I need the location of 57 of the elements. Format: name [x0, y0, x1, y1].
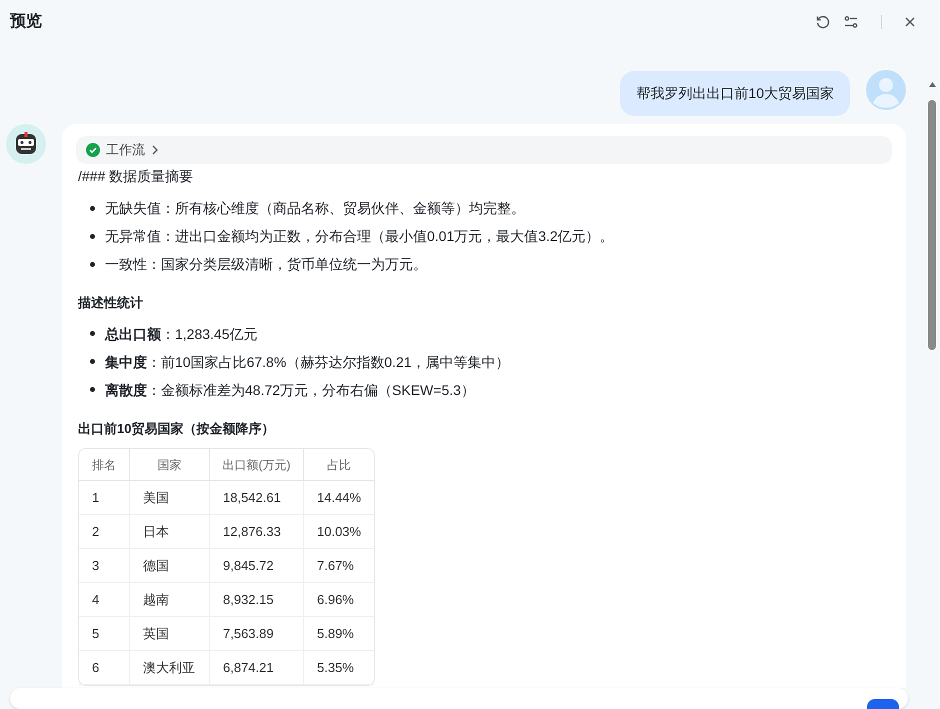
input-bar[interactable]	[10, 688, 908, 709]
bullet-icon	[90, 262, 95, 266]
close-icon[interactable]	[904, 16, 916, 28]
table-cell: 9,845.72	[209, 549, 303, 583]
workflow-label: 工作流	[106, 141, 145, 160]
list-item: 总出口额：1,283.45亿元	[105, 324, 258, 344]
column-header: 国家	[129, 449, 209, 481]
table-cell: 8,932.15	[209, 583, 303, 617]
settings-icon[interactable]	[843, 14, 859, 30]
bullet-icon	[90, 234, 95, 238]
column-header: 出口额(万元)	[209, 449, 303, 481]
bullet-icon	[90, 387, 95, 392]
window-title: 预览	[10, 12, 42, 32]
table-cell: 18,542.61	[209, 481, 303, 515]
table-cell: 5.89%	[303, 617, 374, 651]
user-avatar	[866, 70, 906, 110]
workflow-bar[interactable]: 工作流	[76, 136, 892, 164]
table-cell: 日本	[129, 515, 209, 549]
list-item: 集中度：前10国家占比67.8%（赫芬达尔指数0.21，属中等集中）	[105, 352, 510, 372]
section-heading: 描述性统计	[78, 294, 144, 312]
table-cell: 3	[79, 549, 129, 583]
scrollbar-thumb[interactable]	[928, 100, 936, 350]
table-title: 出口前10贸易国家（按金额降序）	[78, 420, 276, 438]
section-heading: /### 数据质量摘要	[78, 167, 194, 186]
table-cell: 10.03%	[303, 515, 374, 549]
table-cell: 6.96%	[303, 583, 374, 617]
table-cell: 1	[79, 481, 129, 515]
bot-avatar	[6, 124, 46, 164]
list-item: 无异常值：进出口金额均为正数，分布合理（最小值0.01万元，最大值3.2亿元）。	[105, 227, 614, 246]
send-button[interactable]	[867, 699, 899, 709]
table-cell: 澳大利亚	[129, 651, 209, 685]
table-cell: 2	[79, 515, 129, 549]
chevron-right-icon	[151, 145, 159, 155]
table-cell: 7,563.89	[209, 617, 303, 651]
table-cell: 6	[79, 651, 129, 685]
table-cell: 4	[79, 583, 129, 617]
table-cell: 5	[79, 617, 129, 651]
table-cell: 5.35%	[303, 651, 374, 685]
bullet-icon	[90, 359, 95, 364]
list-item: 一致性：国家分类层级清晰，货币单位统一为万元。	[105, 255, 427, 274]
table-cell: 德国	[129, 549, 209, 583]
user-message: 帮我罗列出出口前10大贸易国家	[620, 71, 850, 116]
table-cell: 7.67%	[303, 549, 374, 583]
list-item: 离散度：金额标准差为48.72万元，分布右偏（SKEW=5.3）	[105, 380, 475, 400]
bullet-icon	[90, 331, 95, 336]
list-item: 无缺失值：所有核心维度（商品名称、贸易伙伴、金额等）均完整。	[105, 199, 525, 218]
table-cell: 14.44%	[303, 481, 374, 515]
refresh-icon[interactable]	[815, 14, 831, 30]
column-header: 占比	[303, 449, 374, 481]
table-cell: 12,876.33	[209, 515, 303, 549]
bullet-icon	[90, 206, 95, 210]
column-header: 排名	[79, 449, 129, 481]
scroll-up-icon[interactable]	[929, 82, 936, 87]
table-cell: 美国	[129, 481, 209, 515]
table-cell: 越南	[129, 583, 209, 617]
table-cell: 英国	[129, 617, 209, 651]
table-cell: 6,874.21	[209, 651, 303, 685]
